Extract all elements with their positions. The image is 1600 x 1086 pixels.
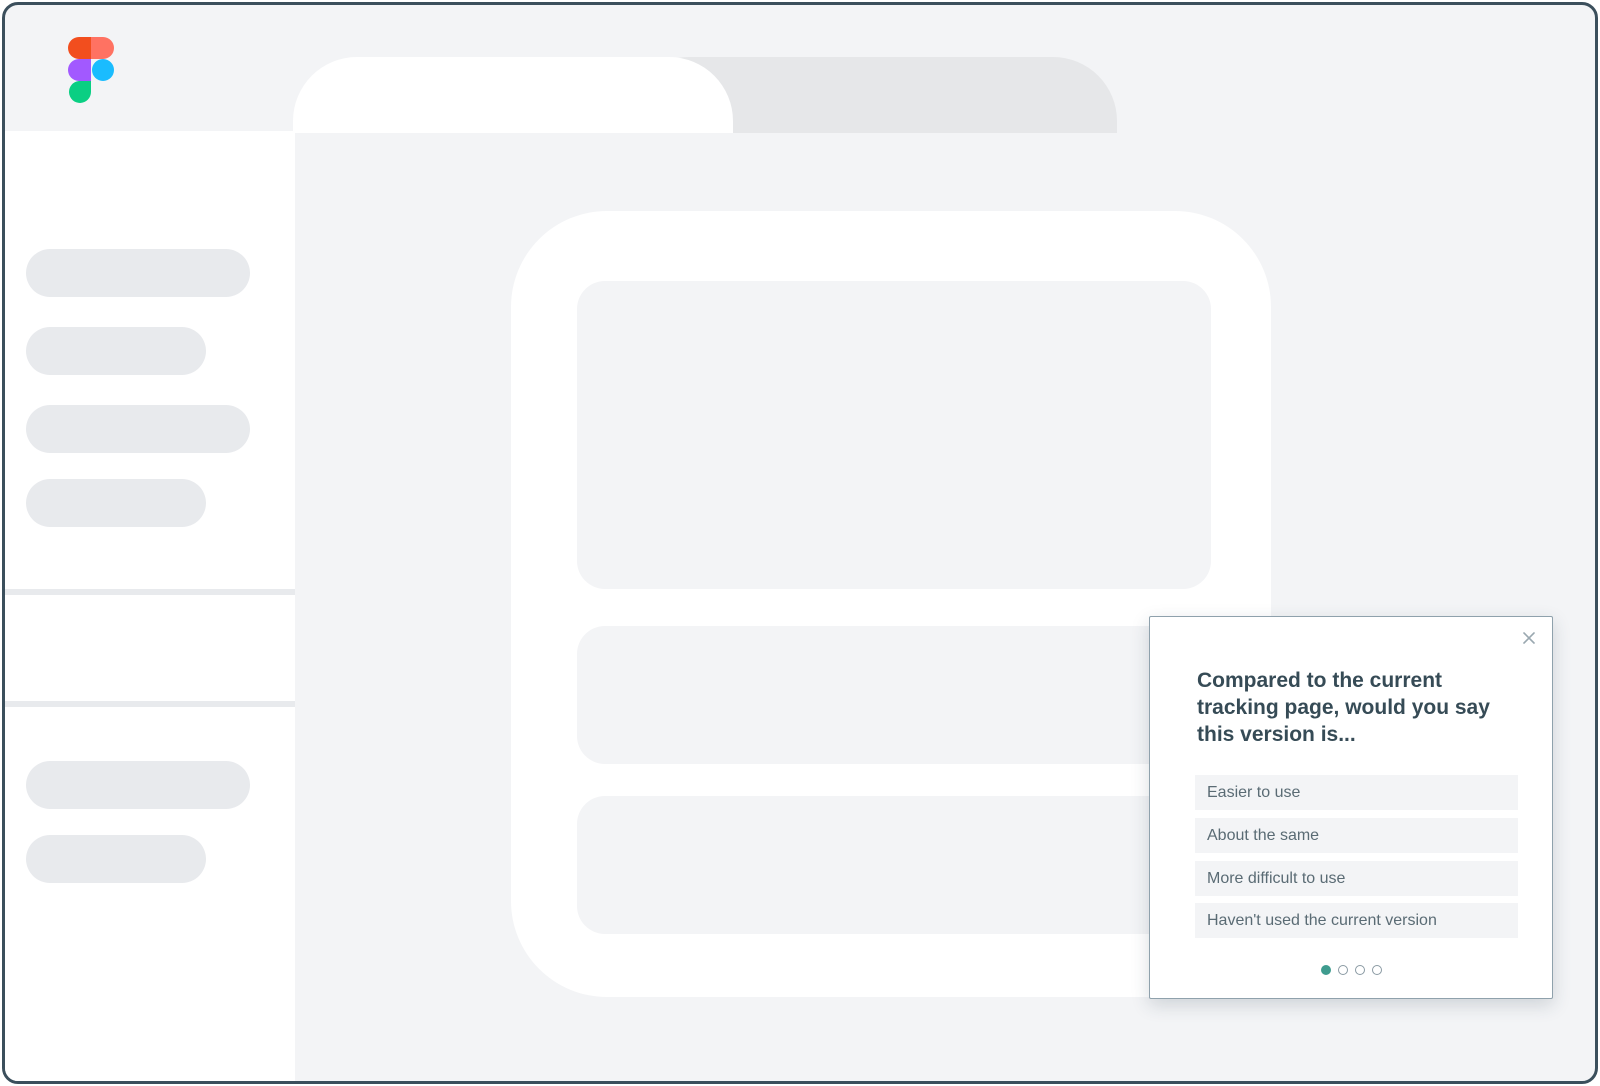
close-button[interactable] xyxy=(1518,627,1540,649)
sidebar-item-placeholder[interactable] xyxy=(26,405,250,453)
sidebar-divider xyxy=(5,701,295,707)
content-placeholder-block xyxy=(577,281,1211,589)
survey-option-easier[interactable]: Easier to use xyxy=(1195,775,1518,810)
pagination-dot-4[interactable] xyxy=(1371,965,1382,975)
sidebar-item-placeholder[interactable] xyxy=(26,249,250,297)
survey-options: Easier to use About the same More diffic… xyxy=(1195,775,1518,946)
content-placeholder-block xyxy=(577,626,1211,764)
close-icon xyxy=(1523,632,1535,644)
sidebar-item-placeholder[interactable] xyxy=(26,835,206,883)
pagination-dot-3[interactable] xyxy=(1354,965,1365,975)
pagination-dot-1[interactable] xyxy=(1320,965,1331,975)
figma-logo-icon xyxy=(68,37,114,103)
survey-popup: Compared to the current tracking page, w… xyxy=(1149,616,1553,999)
pagination-dot-2[interactable] xyxy=(1337,965,1348,975)
content-placeholder-block xyxy=(577,796,1211,934)
survey-pagination xyxy=(1150,965,1552,975)
tab-active[interactable] xyxy=(293,57,733,133)
sidebar-item-placeholder[interactable] xyxy=(26,327,206,375)
app-window: Compared to the current tracking page, w… xyxy=(2,2,1598,1084)
sidebar-item-placeholder[interactable] xyxy=(26,761,250,809)
survey-option-more-difficult[interactable]: More difficult to use xyxy=(1195,861,1518,896)
survey-question: Compared to the current tracking page, w… xyxy=(1197,669,1490,746)
survey-option-same[interactable]: About the same xyxy=(1195,818,1518,853)
sidebar xyxy=(5,131,295,1081)
sidebar-divider xyxy=(5,589,295,595)
survey-option-not-used[interactable]: Haven't used the current version xyxy=(1195,903,1518,938)
sidebar-item-placeholder[interactable] xyxy=(26,479,206,527)
